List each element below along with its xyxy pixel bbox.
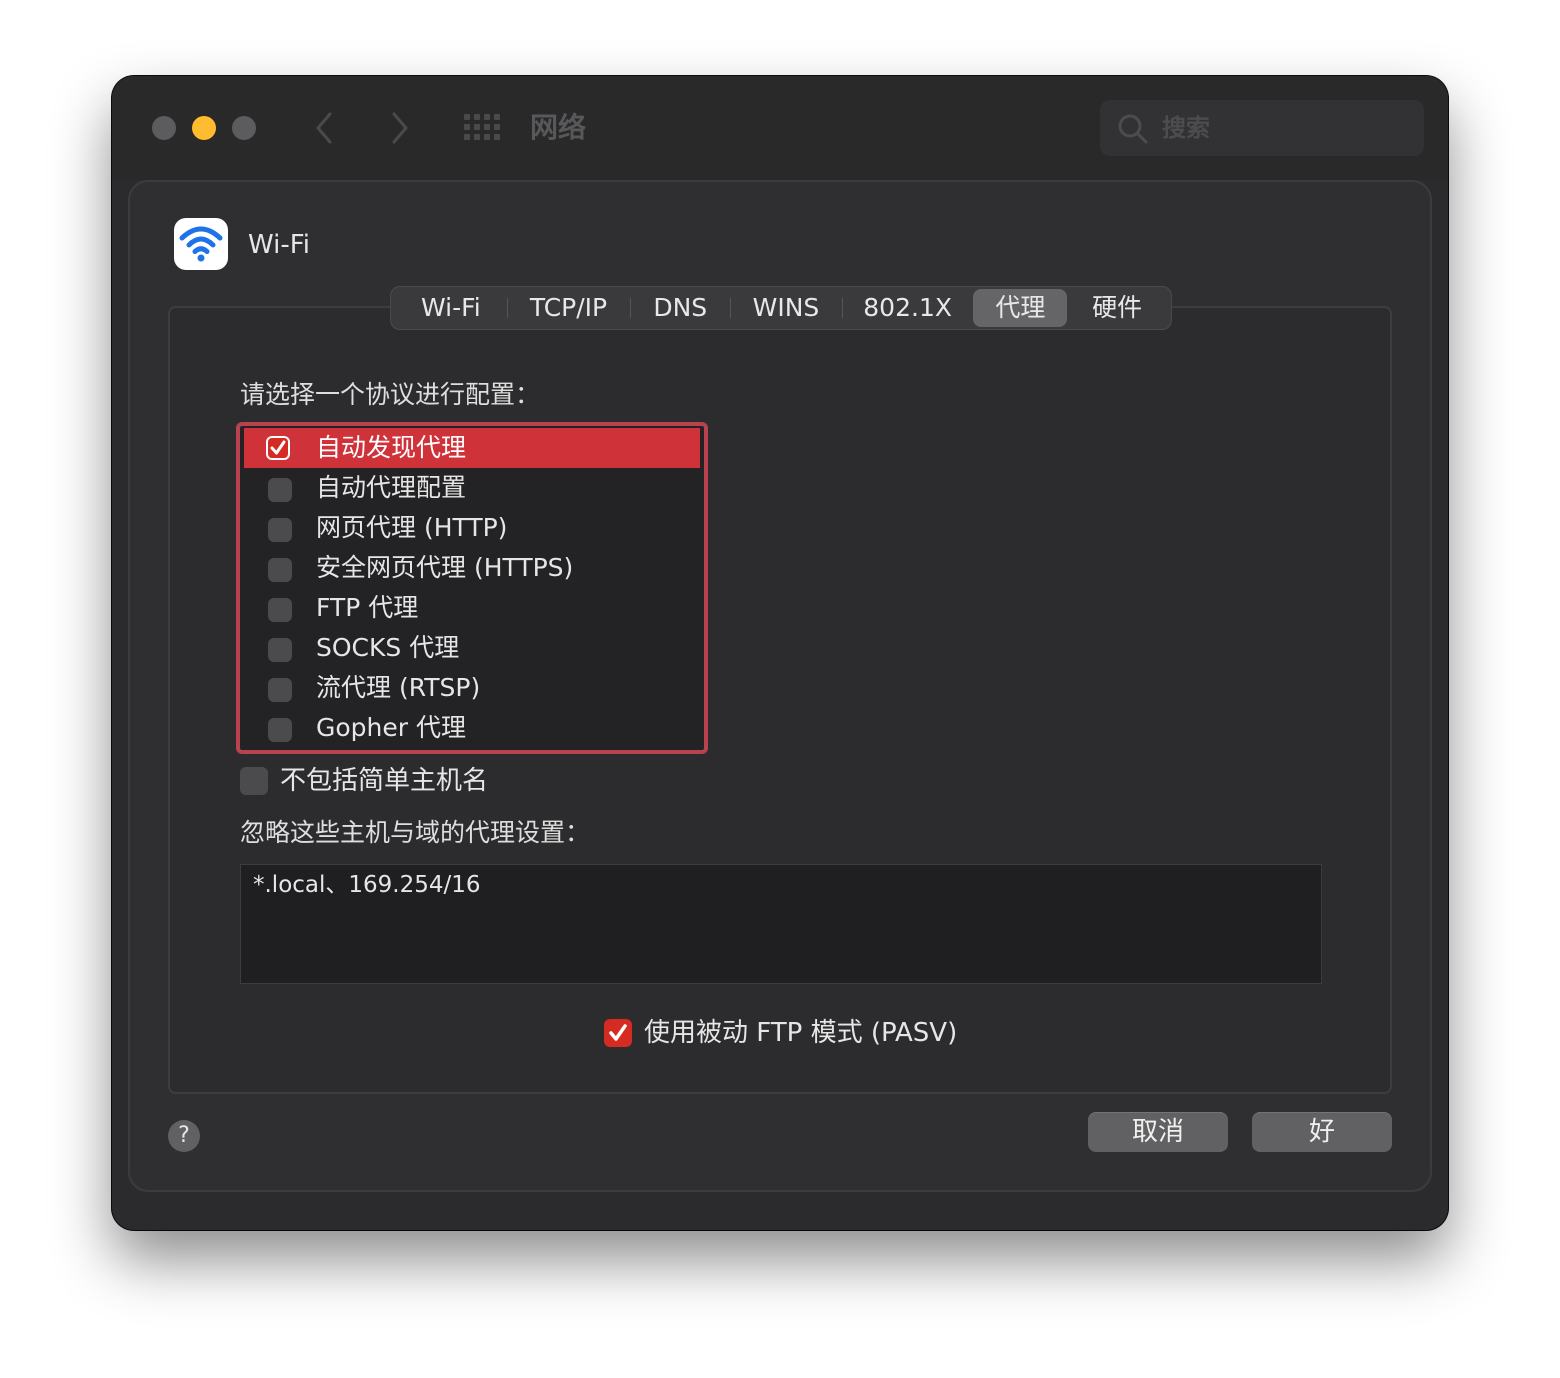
protocol-label: FTP 代理 [316, 593, 419, 622]
select-protocol-label: 请选择一个协议进行配置： [240, 380, 541, 409]
protocol-checkbox[interactable] [268, 638, 292, 662]
tab-tcpip[interactable]: TCP/IP [506, 289, 631, 327]
protocol-checkbox[interactable] [266, 436, 290, 460]
passive-ftp-label: 使用被动 FTP 模式 (PASV) [644, 1018, 958, 1048]
tab-8021x[interactable]: 802.1X [841, 289, 974, 327]
protocol-row-ftp[interactable]: FTP 代理 [244, 588, 700, 628]
cancel-button[interactable]: 取消 [1088, 1112, 1228, 1152]
protocol-checkbox[interactable] [268, 678, 292, 702]
bypass-hosts-field[interactable]: *.local、169.254/16 [240, 864, 1322, 984]
protocol-row-https[interactable]: 安全网页代理 (HTTPS) [244, 548, 700, 588]
protocol-label: 流代理 (RTSP) [316, 673, 481, 702]
protocol-label: Gopher 代理 [316, 713, 466, 742]
checkmark-icon [609, 1024, 627, 1041]
protocol-label: 网页代理 (HTTP) [316, 513, 508, 542]
protocol-row-auto-discovery[interactable]: 自动发现代理 [244, 428, 700, 468]
checkmark-icon [270, 440, 286, 455]
exclude-simple-hostnames-label: 不包括简单主机名 [280, 766, 489, 796]
protocol-list[interactable]: 自动发现代理 自动代理配置 网页代理 (HTTP) 安全网页代理 (HTTPS)… [236, 422, 708, 754]
interface-name: Wi-Fi [248, 230, 311, 260]
tab-wifi[interactable]: Wi-Fi [395, 289, 507, 327]
wifi-icon [174, 218, 228, 270]
tab-dns[interactable]: DNS [630, 289, 730, 327]
protocol-row-socks[interactable]: SOCKS 代理 [244, 628, 700, 668]
exclude-simple-hostnames-checkbox[interactable] [240, 767, 268, 795]
protocol-label: 自动发现代理 [316, 433, 467, 462]
protocol-checkbox[interactable] [268, 518, 292, 542]
tab-hardware[interactable]: 硬件 [1067, 289, 1167, 327]
tab-wins[interactable]: WINS [730, 289, 842, 327]
protocol-label: 安全网页代理 (HTTPS) [316, 553, 574, 582]
network-preferences-window: 网络 搜索 Wi-Fi Wi-Fi TCP/IP DNS WINS 802.1X… [112, 76, 1448, 1230]
protocol-row-rtsp[interactable]: 流代理 (RTSP) [244, 668, 700, 708]
passive-ftp-checkbox[interactable] [604, 1019, 632, 1047]
help-button[interactable]: ? [168, 1120, 200, 1152]
protocol-checkbox[interactable] [268, 558, 292, 582]
protocol-checkbox[interactable] [268, 598, 292, 622]
protocol-row-gopher[interactable]: Gopher 代理 [244, 708, 700, 748]
tab-bar: Wi-Fi TCP/IP DNS WINS 802.1X 代理 硬件 [390, 286, 1172, 330]
tab-proxy[interactable]: 代理 [973, 289, 1068, 327]
proxy-settings-sheet: Wi-Fi Wi-Fi TCP/IP DNS WINS 802.1X 代理 硬件… [128, 180, 1432, 1192]
bypass-hosts-value: *.local、169.254/16 [253, 872, 481, 898]
protocol-row-auto-config[interactable]: 自动代理配置 [244, 468, 700, 508]
protocol-row-http[interactable]: 网页代理 (HTTP) [244, 508, 700, 548]
protocol-label: 自动代理配置 [316, 473, 467, 502]
protocol-checkbox[interactable] [268, 478, 292, 502]
ok-button[interactable]: 好 [1252, 1112, 1392, 1152]
protocol-label: SOCKS 代理 [316, 633, 460, 662]
protocol-checkbox[interactable] [268, 718, 292, 742]
bypass-hosts-label: 忽略这些主机与域的代理设置： [240, 818, 591, 847]
